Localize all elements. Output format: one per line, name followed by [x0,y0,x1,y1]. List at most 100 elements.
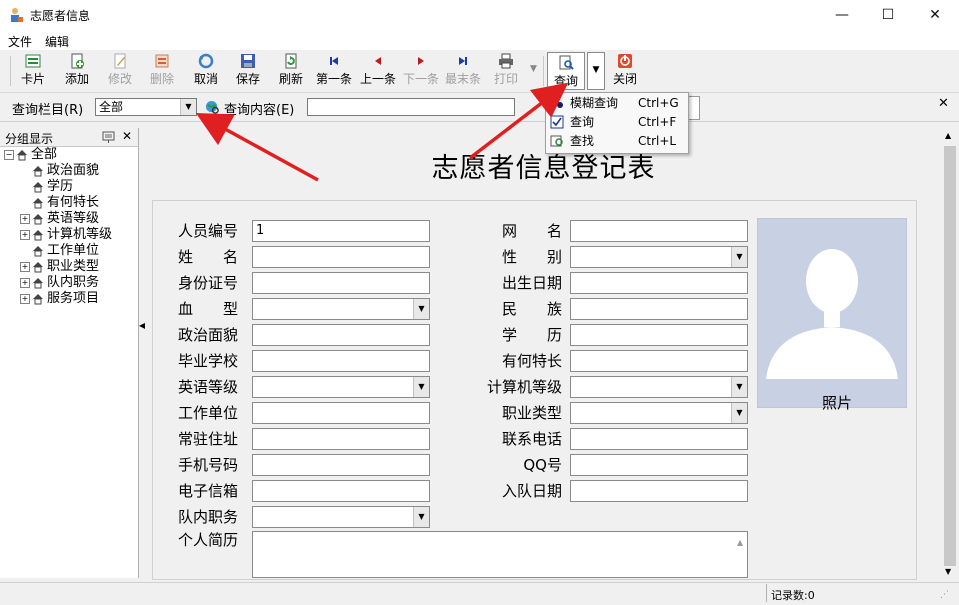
field-input[interactable] [570,324,748,346]
maximize-button[interactable]: ☐ [865,0,911,30]
field-input[interactable] [252,324,430,346]
field-select[interactable]: ▼ [252,298,430,320]
field-input[interactable] [252,428,430,450]
edit-button[interactable]: 修改 [105,53,135,89]
tree-item[interactable]: 工作单位 [4,243,138,259]
chevron-down-icon[interactable]: ▼ [731,403,747,423]
field-input[interactable] [570,428,748,450]
field-input[interactable] [252,454,430,476]
querybar-close-icon[interactable]: ✕ [938,96,949,111]
card-button[interactable]: 卡片 [18,53,48,89]
tree-item[interactable]: + 英语等级 [4,211,138,227]
menu-file[interactable]: 文件 [8,33,32,50]
minimize-button[interactable]: — [819,0,865,30]
status-bar [0,582,959,605]
cancel-button[interactable]: 取消 [191,53,221,89]
field-label: 政治面貌 [178,326,239,344]
tree-item-label: 全部 [31,147,58,162]
field-input[interactable] [252,402,430,424]
globe-search-icon [205,100,219,114]
scroll-up-icon[interactable]: ▲ [945,131,951,140]
chevron-down-icon[interactable]: ▼ [413,507,429,527]
resize-grip-icon[interactable]: ⋰ [940,590,949,600]
menu-item-find[interactable]: 查找 Ctrl+L [546,132,688,150]
add-button[interactable]: 添加 [62,53,92,89]
print-button[interactable]: 打印 [491,53,521,89]
avatar-silhouette-icon [766,249,898,379]
tree-item[interactable]: 学历 [4,179,138,195]
last-record-icon [459,57,467,65]
tree-item[interactable]: + 职业类型 [4,259,138,275]
scroll-down-icon[interactable]: ▼ [945,567,951,576]
field-input[interactable] [570,272,748,294]
expand-icon[interactable]: + [20,293,30,304]
field-select[interactable]: ▼ [570,402,748,424]
tree-item[interactable]: − 全部 [4,147,138,163]
close-window-button[interactable]: ✕ [912,0,958,30]
first-record-label: 第一条 [315,72,352,86]
field-select[interactable]: ▼ [570,246,748,268]
query-column-select[interactable]: 全部 ▼ [95,98,197,116]
group-panel-close-icon[interactable]: ✕ [122,129,132,143]
field-input[interactable] [570,350,748,372]
first-record-button[interactable]: 第一条 [313,53,355,89]
query-go-button[interactable] [688,96,700,120]
field-input[interactable] [570,454,748,476]
collapse-icon[interactable]: − [4,149,14,160]
field-input[interactable] [252,350,430,372]
query-button[interactable]: 查询 [547,52,585,90]
field-select[interactable]: ▼ [570,376,748,398]
refresh-button[interactable]: 刷新 [276,53,306,89]
prev-record-button[interactable]: 上一条 [357,53,399,89]
title-bar [0,0,959,30]
delete-button[interactable]: 删除 [147,53,177,89]
save-icon [241,54,255,68]
resume-textarea[interactable] [252,531,748,578]
close-button[interactable]: 关闭 [610,53,640,89]
photo-frame[interactable] [757,218,907,408]
group-panel-title: 分组显示 [5,132,54,146]
chevron-down-icon[interactable]: ▼ [180,99,196,115]
toolbar-separator [543,56,544,86]
query-dropdown-button[interactable]: ▼ [587,52,605,90]
field-input[interactable]: 1 [252,220,430,242]
chevron-down-icon[interactable]: ▼ [731,247,747,267]
tree-item[interactable]: + 队内职务 [4,275,138,291]
scroll-thumb[interactable] [944,146,956,566]
tree-item[interactable]: + 服务项目 [4,291,138,307]
chevron-down-icon[interactable]: ▼ [413,377,429,397]
menu-item-fuzzy-query[interactable]: 模糊查询 Ctrl+G [546,94,688,112]
field-label: 队内职务 [178,508,239,526]
expand-icon[interactable]: + [20,277,30,288]
toolbar-grip [10,56,11,86]
tree-item[interactable]: + 计算机等级 [4,227,138,243]
expand-icon[interactable]: + [20,213,30,224]
query-content-input[interactable] [307,98,515,116]
save-button[interactable]: 保存 [233,53,263,89]
field-select[interactable]: ▼ [252,506,430,528]
tree-item[interactable]: 政治面貌 [4,163,138,179]
menu-edit[interactable]: 编辑 [45,33,69,50]
field-label: 有何特长 [501,352,562,370]
pin-icon[interactable] [102,131,115,143]
field-label: 出生日期 [501,274,562,292]
last-record-button[interactable]: 最末条 [442,53,484,89]
tree-item[interactable]: 有何特长 [4,195,138,211]
next-record-button[interactable]: 下一条 [400,53,442,89]
field-input[interactable] [570,298,748,320]
chevron-down-icon[interactable]: ▼ [731,377,747,397]
print-dropdown-arrow[interactable]: ▼ [530,64,537,74]
tree-item-label: 计算机等级 [47,227,113,242]
expand-icon[interactable]: + [20,229,30,240]
resume-scroll-up-icon[interactable]: ▲ [737,538,743,547]
chevron-down-icon[interactable]: ▼ [413,299,429,319]
field-input[interactable] [252,480,430,502]
field-input[interactable] [570,220,748,242]
field-input[interactable] [570,480,748,502]
field-input[interactable] [252,246,430,268]
expand-icon[interactable]: + [20,261,30,272]
menu-item-query[interactable]: 查询 Ctrl+F [546,113,688,131]
field-select[interactable]: ▼ [252,376,430,398]
field-input[interactable] [252,272,430,294]
field-label: 手机号码 [178,456,239,474]
